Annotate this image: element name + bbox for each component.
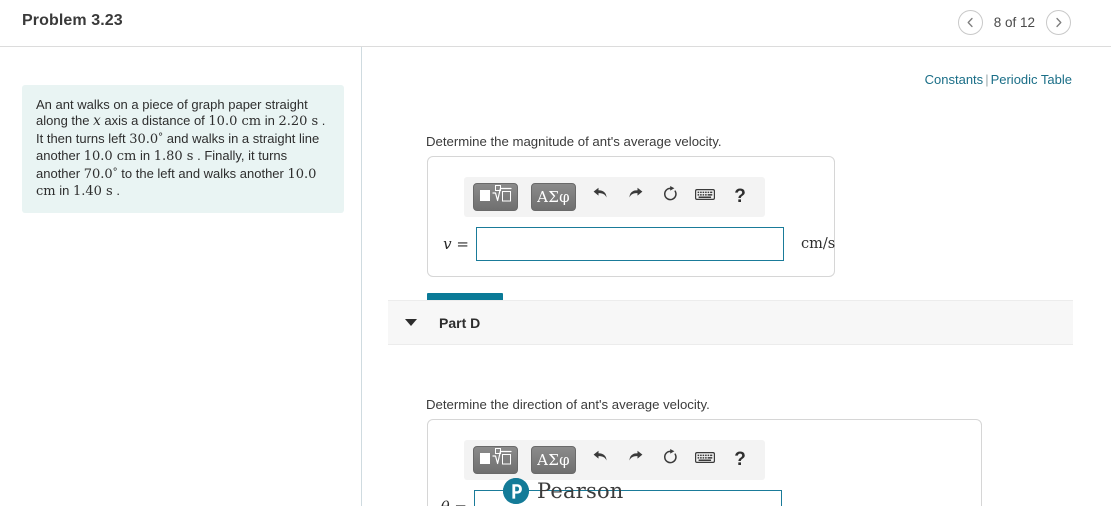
top-bar: Problem 3.23 8 of 12 — [0, 0, 1111, 47]
prev-problem-button[interactable] — [957, 10, 983, 35]
question-mark-icon: ? — [734, 449, 746, 470]
question-mark-icon: ? — [734, 186, 746, 207]
reset-button[interactable] — [659, 184, 681, 210]
pearson-logo: Pearson — [503, 478, 624, 504]
redo-arrow-icon — [627, 187, 644, 208]
caret-down-icon[interactable] — [405, 319, 417, 326]
undo-button[interactable] — [589, 447, 611, 473]
chevron-right-icon — [1053, 17, 1064, 28]
keyboard-icon — [695, 188, 715, 206]
statement-val-d1: 10.0 cm — [208, 114, 262, 129]
pager-label: 8 of 12 — [993, 15, 1035, 30]
statement-val-a2: 70.0 — [83, 167, 113, 182]
statement-val-t1: 2.20 s — [278, 114, 319, 129]
part-c-equals: = — [456, 235, 469, 253]
part-c-variable-label: v = — [442, 235, 476, 253]
statement-seg-11: in — [136, 148, 154, 163]
keyboard-button[interactable] — [694, 447, 716, 473]
pager: 8 of 12 — [957, 10, 1071, 35]
part-d-variable-label: θ = — [440, 498, 474, 506]
part-c-answer-input[interactable] — [476, 227, 784, 261]
math-template-button[interactable] — [473, 446, 518, 474]
statement-val-a1: 30.0 — [129, 132, 159, 147]
undo-button[interactable] — [589, 184, 611, 210]
problem-statement-panel: An ant walks on a piece of graph paper s… — [0, 47, 362, 506]
chevron-left-icon — [965, 17, 976, 28]
part-d-variable: θ — [441, 498, 450, 506]
problem-page: Problem 3.23 8 of 12 An ant walks on a p… — [0, 0, 1111, 506]
greek-symbols-button[interactable]: ΑΣφ — [531, 183, 576, 211]
part-d-header[interactable]: Part D — [388, 300, 1073, 345]
statement-val-d2: 10.0 cm — [83, 149, 137, 164]
part-c-unit-label: cm/s — [801, 236, 836, 252]
constants-link[interactable]: Constants — [925, 72, 984, 87]
redo-button[interactable] — [624, 447, 646, 473]
part-c-equation-row: v = cm/s — [442, 227, 835, 261]
links-separator: | — [985, 72, 989, 87]
math-help-button[interactable]: ? — [729, 447, 751, 473]
math-template-icon — [479, 185, 513, 209]
statement-seg-18: in — [55, 183, 73, 198]
undo-arrow-icon — [592, 187, 609, 208]
periodic-table-link[interactable]: Periodic Table — [991, 72, 1072, 87]
part-d-math-toolbar: ΑΣφ ? — [464, 440, 765, 480]
part-c-answer-box: ΑΣφ ? v = cm/s — [427, 156, 835, 277]
undo-arrow-icon — [592, 450, 609, 471]
math-template-icon — [479, 448, 513, 472]
redo-arrow-icon — [627, 450, 644, 471]
reset-button[interactable] — [659, 447, 681, 473]
reference-links: Constants | Periodic Table — [925, 72, 1072, 87]
statement-var-x1: x — [93, 113, 101, 129]
pearson-wordmark: Pearson — [537, 479, 624, 503]
part-d-prompt: Determine the direction of ant's average… — [426, 397, 710, 412]
pearson-mark-icon — [503, 478, 529, 504]
statement-val-t3: 1.40 s — [72, 184, 113, 199]
part-d-equals: = — [454, 498, 467, 506]
part-c-variable: v — [443, 235, 452, 253]
statement-seg-20: . — [112, 183, 120, 198]
greek-symbols-button[interactable]: ΑΣφ — [531, 446, 576, 474]
page-title: Problem 3.23 — [22, 12, 123, 29]
redo-button[interactable] — [624, 184, 646, 210]
keyboard-icon — [695, 451, 715, 469]
part-d-title: Part D — [439, 314, 481, 331]
part-c-prompt: Determine the magnitude of ant's average… — [426, 134, 722, 149]
reset-circular-arrow-icon — [662, 449, 679, 471]
problem-statement-text: An ant walks on a piece of graph paper s… — [22, 85, 344, 213]
reset-circular-arrow-icon — [662, 186, 679, 208]
main-content: Constants | Periodic Table Determine the m… — [363, 47, 1111, 506]
statement-seg-4: in — [261, 113, 279, 128]
greek-letters-icon: ΑΣφ — [537, 188, 570, 206]
statement-seg-16: to the left and walks another — [117, 166, 288, 181]
greek-letters-icon: ΑΣφ — [537, 451, 570, 469]
statement-seg-2: axis a distance of — [100, 113, 209, 128]
next-problem-button[interactable] — [1046, 10, 1071, 35]
statement-val-t2: 1.80 s — [153, 149, 194, 164]
math-help-button[interactable]: ? — [729, 184, 751, 210]
keyboard-button[interactable] — [694, 184, 716, 210]
math-template-button[interactable] — [473, 183, 518, 211]
part-c-math-toolbar: ΑΣφ ? — [464, 177, 765, 217]
